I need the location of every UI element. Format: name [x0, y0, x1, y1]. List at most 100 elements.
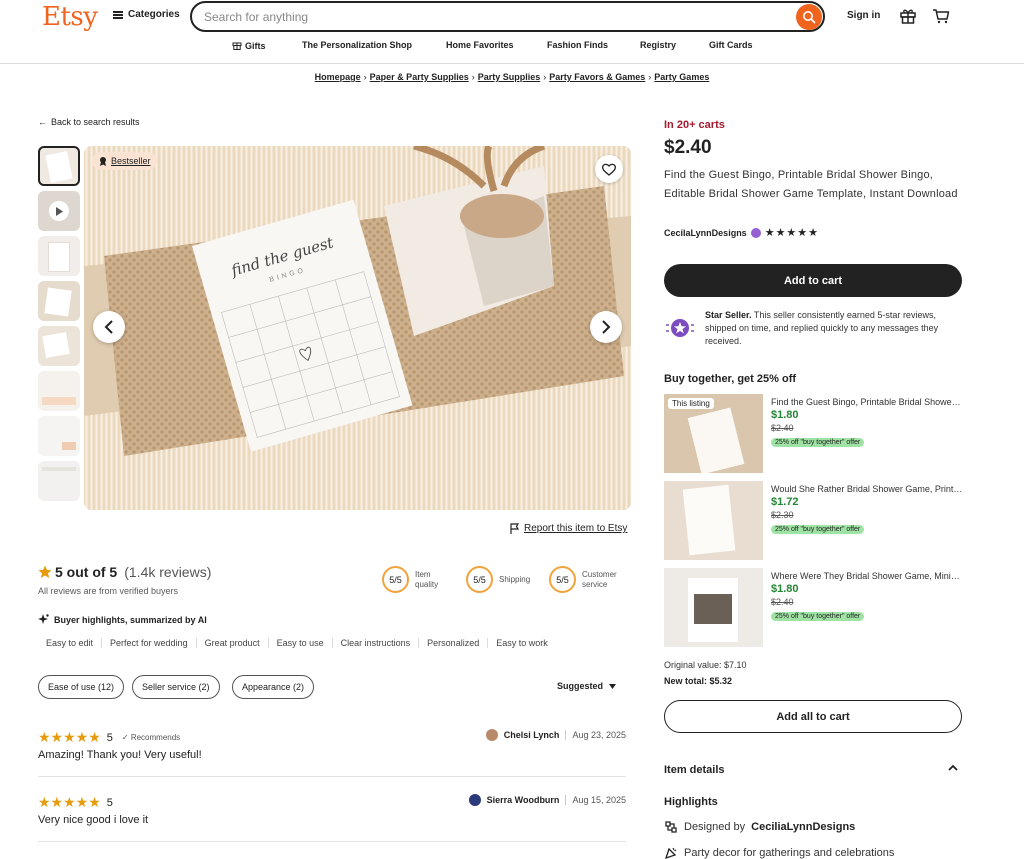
caret-down-icon: [609, 683, 617, 689]
favorite-button[interactable]: [595, 155, 623, 183]
report-item-link[interactable]: Report this item to Etsy: [510, 523, 627, 534]
score-shipping: 5/5 Shipping: [466, 566, 530, 593]
thumbnail-card: [44, 287, 72, 317]
etsy-logo[interactable]: Etsy: [42, 2, 98, 32]
filter-chip-appearance[interactable]: Appearance (2): [232, 675, 315, 699]
review-text: Amazing! Thank you! Very useful!: [38, 749, 202, 761]
highlight-tag[interactable]: Easy to edit: [38, 638, 101, 648]
thumbnail-4[interactable]: [38, 281, 80, 321]
thumbnail-6[interactable]: [38, 371, 80, 411]
rating-text: 5 out of 5: [55, 564, 118, 580]
buy-together-item[interactable]: This listing Find the Guest Bingo, Print…: [664, 394, 964, 474]
review-stars: ★★★★★ 5 ✓ Recommends: [38, 729, 180, 746]
highlight-tag[interactable]: Great product: [195, 638, 268, 648]
add-all-to-cart-button[interactable]: Add all to cart: [664, 700, 962, 733]
review-item: ★★★★★ 5 ✓ Recommends Chelsi Lynch Aug 23…: [38, 729, 626, 777]
shop-name[interactable]: CecilaLynnDesigns: [664, 228, 747, 238]
review-author: Chelsi Lynch Aug 23, 2025: [485, 729, 626, 741]
highlight-tag[interactable]: Clear instructions: [331, 638, 419, 648]
breadcrumb: Homepage › Paper & Party Supplies › Party Su…: [0, 72, 1024, 82]
nav-item-gift-cards[interactable]: Gift Cards: [709, 40, 753, 50]
thumbnail-card: [48, 242, 70, 272]
author-name[interactable]: Sierra Woodburn: [487, 795, 560, 805]
categories-button[interactable]: Categories: [113, 9, 180, 20]
back-label: Back to search results: [51, 117, 140, 127]
new-total: New total: $5.32: [664, 676, 733, 686]
breadcrumb-link[interactable]: Party Games: [654, 72, 709, 82]
thumbnail-3[interactable]: [38, 236, 80, 276]
highlight-tag[interactable]: Personalized: [418, 638, 487, 648]
previous-image-button[interactable]: [93, 311, 125, 343]
search-input[interactable]: [204, 8, 784, 26]
review-count: (1.4k reviews): [124, 564, 212, 580]
main-product-image: find the guest BINGO: [84, 146, 631, 510]
nav-item-registry[interactable]: Registry: [640, 40, 676, 50]
filter-chip-seller-service[interactable]: Seller service (2): [132, 675, 220, 699]
sparkle-icon: [38, 614, 49, 624]
nav-label: Gifts: [245, 41, 266, 51]
breadcrumb-link[interactable]: Paper & Party Supplies: [370, 72, 469, 82]
author-name[interactable]: Chelsi Lynch: [504, 730, 560, 740]
gift-icon[interactable]: [899, 7, 917, 25]
thumbnail-7[interactable]: [38, 416, 80, 456]
thumbnail-card: [45, 151, 73, 183]
score-circle: 5/5: [549, 566, 576, 593]
nav-item-personalization[interactable]: The Personalization Shop: [302, 40, 412, 50]
back-to-search-link[interactable]: ← Back to search results: [38, 117, 140, 127]
designed-by-shop[interactable]: CeciliaLynnDesigns: [751, 821, 855, 833]
thumbnail-video[interactable]: [38, 191, 80, 231]
bt-card-photos: [694, 594, 732, 624]
original-value: Original value: $7.10: [664, 660, 747, 670]
highlight-tag[interactable]: Easy to work: [487, 638, 556, 648]
item-details-toggle[interactable]: Item details: [664, 764, 962, 776]
breadcrumb-link[interactable]: Homepage: [315, 72, 361, 82]
badge-label: Bestseller: [111, 156, 151, 166]
thumbnail-1[interactable]: [38, 146, 80, 186]
thumbnail-card: [42, 397, 76, 405]
score-item-quality: 5/5 Item quality: [382, 566, 455, 593]
highlight-tag[interactable]: Easy to use: [267, 638, 332, 648]
thumbnail-card: [42, 467, 76, 471]
party-decor-text: Party decor for gatherings and celebrati…: [684, 847, 895, 859]
cart-icon[interactable]: [932, 7, 950, 25]
highlight-tags: Easy to edit Perfect for wedding Great p…: [38, 638, 556, 648]
sort-label: Suggested: [557, 681, 604, 691]
star-icons: ★★★★★: [38, 794, 101, 810]
breadcrumb-link[interactable]: Party Favors & Games: [549, 72, 645, 82]
bestseller-badge: Bestseller: [92, 152, 157, 170]
nav-item-gifts[interactable]: Gifts: [232, 40, 266, 51]
report-label: Report this item to Etsy: [524, 523, 628, 534]
avatar: [468, 794, 481, 806]
score-label: Item quality: [415, 569, 439, 589]
bt-offer-badge: 25% off "buy together" offer: [771, 438, 865, 447]
nav-item-home-favorites[interactable]: Home Favorites: [446, 40, 514, 50]
bt-image: This listing: [664, 394, 763, 473]
sort-dropdown[interactable]: Suggested: [557, 681, 617, 691]
search-button[interactable]: [796, 4, 822, 30]
arrow-left-icon: ←: [38, 117, 47, 127]
nav-item-fashion-finds[interactable]: Fashion Finds: [547, 40, 608, 50]
sign-in-link[interactable]: Sign in: [847, 10, 880, 21]
thumbnail-5[interactable]: [38, 326, 80, 366]
bt-original-price: $2.40: [771, 423, 794, 433]
thumbnail-8[interactable]: [38, 461, 80, 501]
buy-together-item[interactable]: Would She Rather Bridal Shower Game, Pri…: [664, 481, 964, 561]
buy-together-item[interactable]: Where Were They Bridal Shower Game, Mini…: [664, 568, 964, 648]
thumbnail-strip: [38, 146, 80, 506]
heart-icon: [602, 163, 616, 176]
chevron-left-icon: [104, 320, 113, 334]
highlight-tag[interactable]: Perfect for wedding: [101, 638, 196, 648]
bt-original-price: $2.30: [771, 510, 794, 520]
breadcrumb-separator: ›: [471, 72, 475, 82]
breadcrumb-link[interactable]: Party Supplies: [478, 72, 541, 82]
add-to-cart-button[interactable]: Add to cart: [664, 264, 962, 297]
bt-price: $1.80: [771, 583, 799, 595]
filter-chip-ease-of-use[interactable]: Ease of use (12): [38, 675, 125, 699]
score-label: Shipping: [499, 575, 531, 584]
review-stars: ★★★★★ 5: [38, 794, 113, 811]
next-image-button[interactable]: [590, 311, 622, 343]
chevron-up-icon: [948, 764, 958, 771]
star-seller-text: Star Seller. This seller consistently ea…: [705, 309, 965, 348]
top-nav: Gifts The Personalization Shop Home Favo…: [0, 40, 1024, 54]
product-title: Find the Guest Bingo, Printable Bridal S…: [664, 169, 958, 200]
